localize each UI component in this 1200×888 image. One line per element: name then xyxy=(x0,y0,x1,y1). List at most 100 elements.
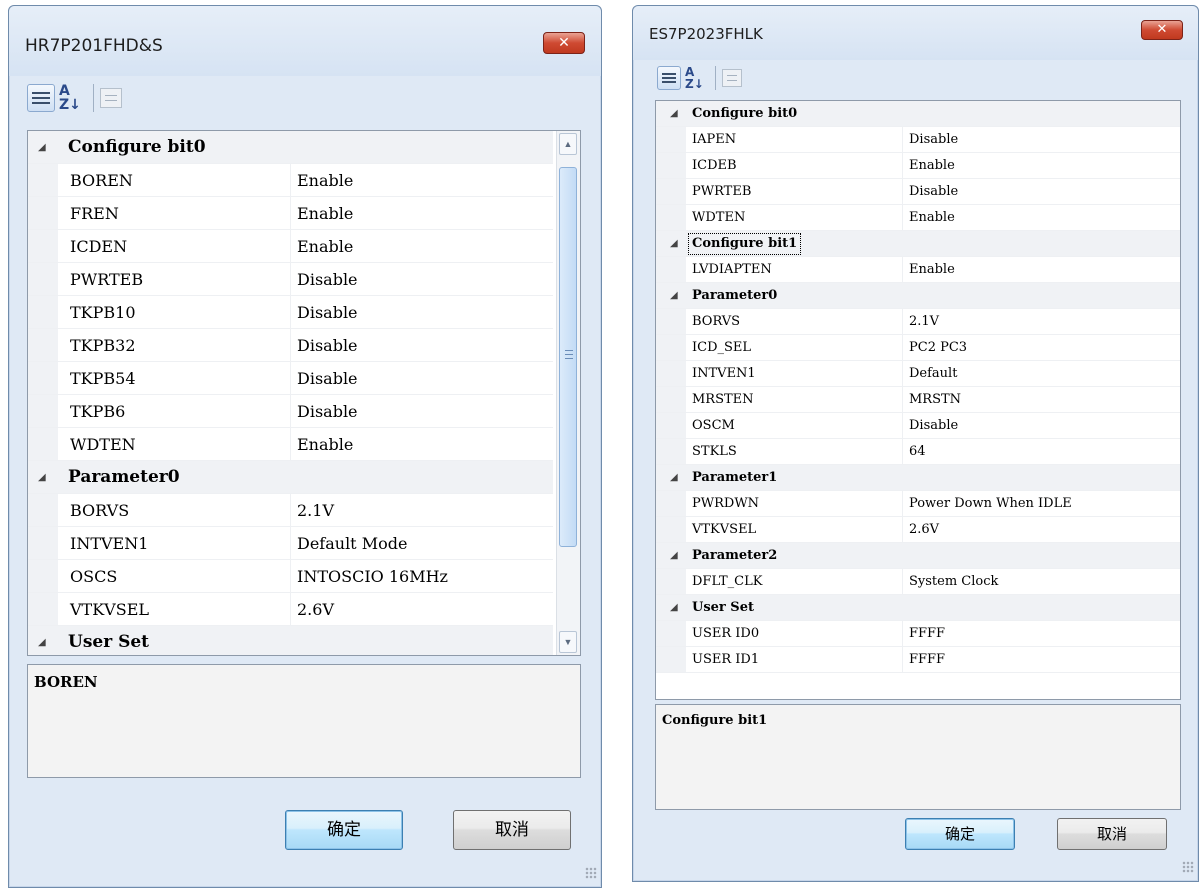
collapse-triangle-icon[interactable]: ◢ xyxy=(670,283,678,309)
property-value[interactable]: Disable xyxy=(290,395,553,427)
alphabetical-sort-icon[interactable]: A Z↓ xyxy=(685,66,709,90)
row-gutter xyxy=(656,413,686,438)
property-row[interactable]: LVDIAPTEN Enable xyxy=(656,257,1180,283)
property-row[interactable]: USER ID1 FFFF xyxy=(656,647,1180,673)
property-value[interactable]: Disable xyxy=(290,296,553,328)
property-row[interactable]: OSCS INTOSCIO 16MHz xyxy=(28,560,553,593)
property-row[interactable]: PWRTEB Disable xyxy=(28,263,553,296)
collapse-triangle-icon[interactable]: ◢ xyxy=(38,461,46,494)
category-row[interactable]: ◢ User Set xyxy=(28,626,553,655)
property-value[interactable]: MRSTN xyxy=(902,387,1180,412)
cancel-button[interactable]: 取消 xyxy=(453,810,571,850)
property-row[interactable]: INTVEN1 Default xyxy=(656,361,1180,387)
property-row[interactable]: VTKVSEL 2.6V xyxy=(28,593,553,626)
category-row[interactable]: ◢ User Set xyxy=(656,595,1180,621)
category-row[interactable]: ◢ Parameter1 xyxy=(656,465,1180,491)
property-value[interactable]: Enable xyxy=(902,205,1180,230)
property-row[interactable]: OSCM Disable xyxy=(656,413,1180,439)
property-row[interactable]: TKPB32 Disable xyxy=(28,329,553,362)
property-value[interactable]: Disable xyxy=(902,127,1180,152)
property-row[interactable]: ICDEN Enable xyxy=(28,230,553,263)
row-gutter xyxy=(28,494,58,526)
property-value[interactable]: 2.6V xyxy=(290,593,553,625)
property-row[interactable]: DFLT_CLK System Clock xyxy=(656,569,1180,595)
property-row[interactable]: PWRDWN Power Down When IDLE xyxy=(656,491,1180,517)
close-button[interactable]: ✕ xyxy=(1141,20,1183,40)
property-value[interactable]: Power Down When IDLE xyxy=(902,491,1180,516)
collapse-triangle-icon[interactable]: ◢ xyxy=(38,131,46,164)
categorized-view-icon[interactable] xyxy=(27,84,55,112)
property-value[interactable]: Enable xyxy=(290,197,553,229)
collapse-triangle-icon[interactable]: ◢ xyxy=(670,101,678,127)
scroll-up-arrow-icon[interactable]: ▲ xyxy=(559,133,577,155)
property-value[interactable]: Enable xyxy=(902,153,1180,178)
scroll-down-arrow-icon[interactable]: ▼ xyxy=(559,631,577,653)
collapse-triangle-icon[interactable]: ◢ xyxy=(670,465,678,491)
property-value[interactable]: Enable xyxy=(290,164,553,196)
scroll-thumb[interactable] xyxy=(559,167,577,547)
property-row[interactable]: MRSTEN MRSTN xyxy=(656,387,1180,413)
property-value[interactable]: Disable xyxy=(290,329,553,361)
property-row[interactable]: TKPB6 Disable xyxy=(28,395,553,428)
collapse-triangle-icon[interactable]: ◢ xyxy=(670,543,678,569)
property-value[interactable]: Disable xyxy=(902,413,1180,438)
collapse-triangle-icon[interactable]: ◢ xyxy=(38,626,46,655)
category-row[interactable]: ◢ Parameter2 xyxy=(656,543,1180,569)
property-row[interactable]: WDTEN Enable xyxy=(656,205,1180,231)
property-value[interactable]: 2.1V xyxy=(902,309,1180,334)
category-row[interactable]: ◢ Configure bit0 xyxy=(656,101,1180,127)
property-row[interactable]: FREN Enable xyxy=(28,197,553,230)
cancel-button[interactable]: 取消 xyxy=(1057,818,1167,850)
alphabetical-sort-icon[interactable]: A Z↓ xyxy=(59,84,87,112)
property-row[interactable]: IAPEN Disable xyxy=(656,127,1180,153)
property-row[interactable]: TKPB10 Disable xyxy=(28,296,553,329)
collapse-triangle-icon[interactable]: ◢ xyxy=(670,595,678,621)
resize-grip-icon[interactable] xyxy=(585,867,597,879)
property-grid[interactable]: ◢ Configure bit0 BOREN Enable FREN Enable ICDE… xyxy=(27,130,581,656)
category-row[interactable]: ◢ Parameter0 xyxy=(656,283,1180,309)
property-value[interactable]: System Clock xyxy=(902,569,1180,594)
property-row[interactable]: STKLS 64 xyxy=(656,439,1180,465)
property-value[interactable]: 2.6V xyxy=(902,517,1180,542)
category-row[interactable]: ◢ Parameter0 xyxy=(28,461,553,494)
property-value[interactable]: Enable xyxy=(290,230,553,262)
property-row[interactable]: BORVS 2.1V xyxy=(656,309,1180,335)
collapse-triangle-icon[interactable]: ◢ xyxy=(670,231,678,257)
vertical-scrollbar[interactable]: ▲ ▼ xyxy=(556,131,580,655)
property-value[interactable]: Disable xyxy=(290,362,553,394)
property-row[interactable]: WDTEN Enable xyxy=(28,428,553,461)
property-value[interactable]: Disable xyxy=(290,263,553,295)
property-value[interactable]: FFFF xyxy=(902,647,1180,672)
property-value[interactable]: FFFF xyxy=(902,621,1180,646)
property-value[interactable]: INTOSCIO 16MHz xyxy=(290,560,553,592)
property-value[interactable]: Enable xyxy=(902,257,1180,282)
property-row[interactable]: VTKVSEL 2.6V xyxy=(656,517,1180,543)
ok-button[interactable]: 确定 xyxy=(285,810,403,850)
property-row[interactable]: BOREN Enable xyxy=(28,164,553,197)
property-value[interactable]: Default xyxy=(902,361,1180,386)
category-row[interactable]: ◢ Configure bit0 xyxy=(28,131,553,164)
ok-button[interactable]: 确定 xyxy=(905,818,1015,850)
property-grid-toolbar: A Z↓ xyxy=(27,84,587,124)
property-row[interactable]: INTVEN1 Default Mode xyxy=(28,527,553,560)
row-gutter xyxy=(656,387,686,412)
close-button[interactable]: ✕ xyxy=(543,32,585,54)
property-value[interactable]: Disable xyxy=(902,179,1180,204)
property-value[interactable]: 2.1V xyxy=(290,494,553,526)
property-value[interactable]: PC2 PC3 xyxy=(902,335,1180,360)
config-dialog-hr7p201: HR7P201FHD&S ✕ A Z↓ ◢ Configure bit0 BOREN E… xyxy=(8,5,602,888)
categorized-view-icon[interactable] xyxy=(657,66,681,90)
property-grid[interactable]: ◢ Configure bit0 IAPEN Disable ICDEB Enable PW… xyxy=(655,100,1181,700)
property-value[interactable]: Enable xyxy=(290,428,553,460)
category-row[interactable]: ◢ Configure bit1 xyxy=(656,231,1180,257)
property-row[interactable]: BORVS 2.1V xyxy=(28,494,553,527)
property-row[interactable]: ICDEB Enable xyxy=(656,153,1180,179)
resize-grip-icon[interactable] xyxy=(1182,861,1194,873)
property-row[interactable]: USER ID0 FFFF xyxy=(656,621,1180,647)
property-value[interactable]: 64 xyxy=(902,439,1180,464)
property-row[interactable]: ICD_SEL PC2 PC3 xyxy=(656,335,1180,361)
description-panel: Configure bit1 xyxy=(655,704,1181,810)
property-value[interactable]: Default Mode xyxy=(290,527,553,559)
property-row[interactable]: TKPB54 Disable xyxy=(28,362,553,395)
property-row[interactable]: PWRTEB Disable xyxy=(656,179,1180,205)
